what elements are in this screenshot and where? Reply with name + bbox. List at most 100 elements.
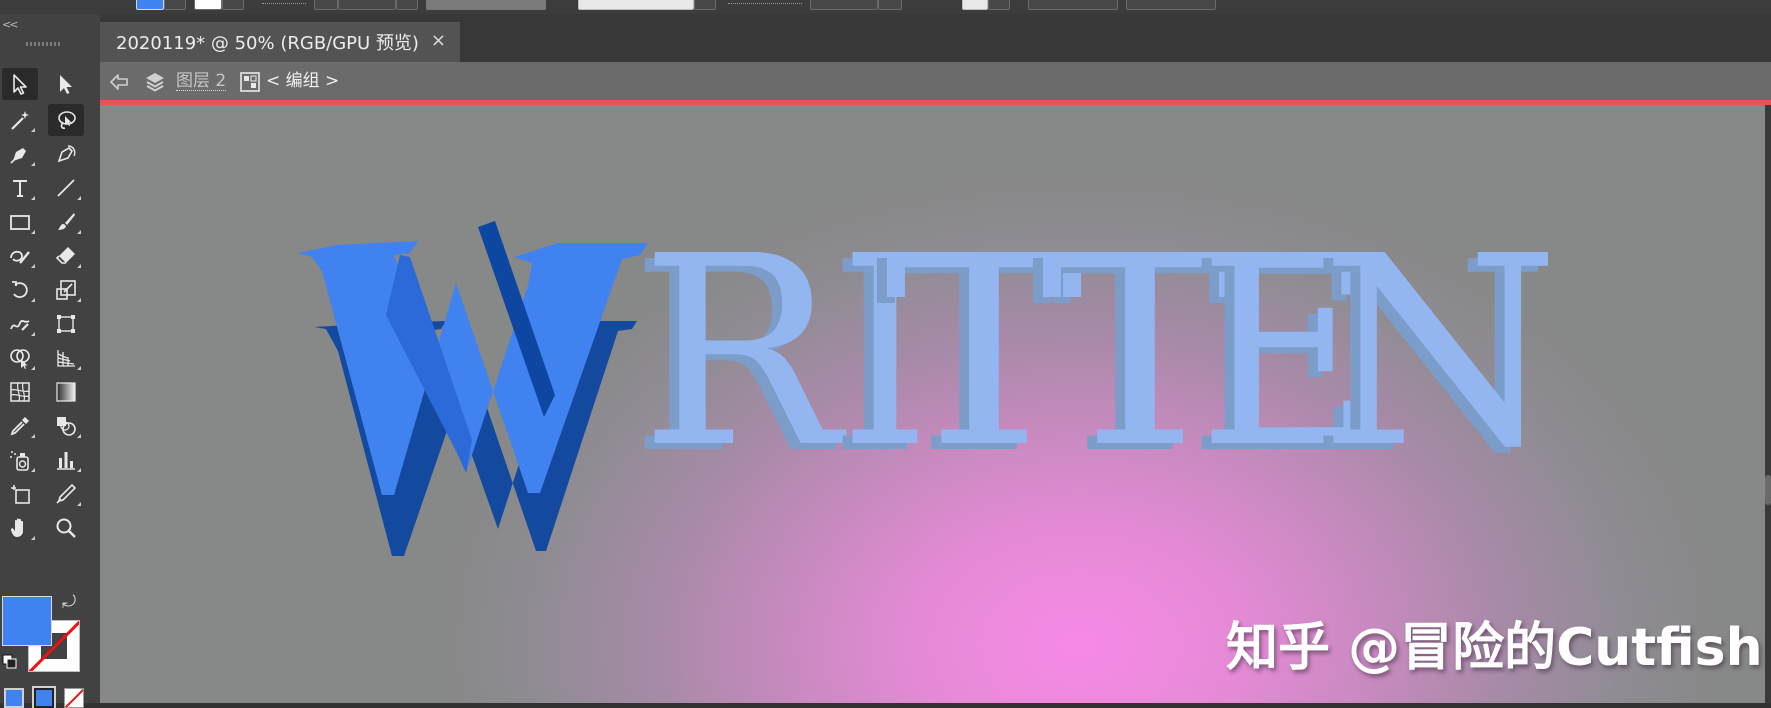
document-setup-button[interactable]: [1028, 0, 1118, 10]
eyedropper-tool[interactable]: [2, 410, 38, 442]
lasso-icon: [58, 111, 76, 129]
paintbrush-tool[interactable]: [48, 206, 84, 238]
layer-name-link[interactable]: 图层 2: [176, 72, 227, 91]
selection-arrow-icon: [13, 74, 27, 95]
zoom-tool[interactable]: [48, 512, 84, 544]
gradient-mode-button[interactable]: [32, 686, 56, 708]
eraser-icon: [55, 247, 75, 264]
stroke-dropdown[interactable]: [222, 0, 244, 10]
scale-tool[interactable]: [48, 274, 84, 306]
group-icon: [240, 72, 260, 92]
free-transform-tool[interactable]: [48, 308, 84, 340]
line-tool[interactable]: [48, 172, 84, 204]
stroke-weight-dropdown[interactable]: [396, 0, 418, 10]
gradient-icon: [56, 382, 76, 402]
opacity-input[interactable]: [810, 0, 878, 10]
hand-tool[interactable]: [2, 512, 38, 544]
blend-icon: [57, 417, 76, 436]
none-mode-button[interactable]: [64, 688, 84, 708]
mesh-icon: [10, 382, 30, 402]
watermark-text: 知乎 @冒险的Cutfish: [1226, 618, 1763, 678]
document-tab-bar: 2020119* @ 50% (RGB/GPU 预览) ×: [100, 14, 1771, 62]
brush-definition[interactable]: [578, 0, 694, 10]
shape-builder-icon: [10, 349, 30, 369]
eraser-tool[interactable]: [48, 240, 84, 272]
warp-tool[interactable]: [2, 308, 38, 340]
letter-w-group[interactable]: [298, 221, 648, 556]
perspective-grid-tool[interactable]: [48, 342, 84, 374]
warp-icon: [10, 320, 30, 331]
rotate-icon: [12, 281, 28, 298]
symbol-sprayer-icon: [10, 451, 29, 471]
shaper-tool[interactable]: [2, 240, 38, 272]
rotate-tool[interactable]: [2, 274, 38, 306]
stroke-label[interactable]: [262, 3, 306, 4]
variable-width-profile[interactable]: [426, 0, 546, 10]
opacity-label[interactable]: [728, 3, 802, 4]
free-transform-icon: [57, 315, 75, 333]
rectangle-tool[interactable]: [2, 206, 38, 238]
default-fill-stroke-icon[interactable]: [2, 654, 18, 670]
letter-n: N: [1320, 200, 1560, 505]
brush-dropdown[interactable]: [694, 0, 716, 10]
tools-panel: << ⤾: [0, 14, 101, 708]
back-arrow-icon[interactable]: [108, 72, 130, 92]
magic-wand-tool[interactable]: [2, 104, 38, 136]
color-mode-button[interactable]: [4, 688, 24, 708]
hand-icon: [10, 518, 23, 537]
slice-icon: [56, 483, 77, 504]
stroke-weight-input[interactable]: [338, 0, 396, 10]
scale-icon: [56, 280, 76, 300]
direct-selection-arrow-icon: [60, 75, 72, 94]
column-graph-icon: [57, 452, 75, 470]
fill-color-swatch[interactable]: [2, 596, 52, 646]
artboard-icon: [11, 485, 30, 504]
panel-grip[interactable]: [26, 42, 60, 46]
letters-ritten[interactable]: R R I I T T T T E E N N: [630, 200, 1560, 511]
gradient-tool[interactable]: [48, 376, 84, 408]
magic-wand-icon: [11, 111, 29, 130]
type-icon: [13, 180, 27, 197]
style-dropdown[interactable]: [988, 0, 1010, 10]
pen-tool[interactable]: [2, 138, 38, 170]
rectangle-icon: [10, 215, 30, 230]
opacity-dropdown[interactable]: [878, 0, 902, 10]
artboard-canvas[interactable]: R R I I T T T T E E N N 知乎 @冒险的Cutfish: [100, 105, 1765, 703]
stroke-weight-stepper[interactable]: [314, 0, 338, 10]
symbol-sprayer-tool[interactable]: [2, 444, 38, 476]
line-segment-icon: [57, 179, 75, 197]
preferences-button[interactable]: [1126, 0, 1216, 10]
column-graph-tool[interactable]: [48, 444, 84, 476]
curvature-tool[interactable]: [48, 138, 84, 170]
fill-swatch-control[interactable]: [136, 0, 164, 10]
vertical-scrollbar[interactable]: [1765, 105, 1771, 703]
curvature-pen-icon: [57, 145, 76, 163]
style-swatch[interactable]: [962, 0, 988, 10]
artboard-tool[interactable]: [2, 478, 38, 510]
document-tab-title: 2020119* @ 50% (RGB/GPU 预览): [116, 33, 419, 54]
close-tab-icon[interactable]: ×: [431, 30, 446, 51]
isolation-mode-bar: 图层 2 < 编组 >: [100, 62, 1771, 105]
slice-tool[interactable]: [48, 478, 84, 510]
stroke-swatch-control[interactable]: [194, 0, 222, 10]
paintbrush-icon: [58, 213, 75, 230]
direct-selection-tool[interactable]: [48, 68, 84, 100]
collapse-panel-icon[interactable]: <<: [2, 18, 19, 31]
pen-icon: [10, 148, 26, 164]
control-bar: [0, 0, 1771, 14]
eyedropper-icon: [10, 417, 29, 436]
letter-r: R: [640, 200, 848, 505]
group-breadcrumb[interactable]: < 编组 >: [266, 72, 339, 90]
zoom-icon: [56, 518, 76, 538]
shaper-icon: [10, 250, 30, 264]
layers-icon: [146, 73, 164, 92]
selection-tool[interactable]: [2, 68, 38, 100]
lasso-tool[interactable]: [48, 104, 84, 136]
type-tool[interactable]: [2, 172, 38, 204]
swap-fill-stroke-icon[interactable]: ⤾: [62, 592, 76, 612]
mesh-tool[interactable]: [2, 376, 38, 408]
fill-dropdown[interactable]: [164, 0, 186, 10]
shape-builder-tool[interactable]: [2, 342, 38, 374]
document-tab[interactable]: 2020119* @ 50% (RGB/GPU 预览) ×: [100, 22, 460, 62]
blend-tool[interactable]: [48, 410, 84, 442]
